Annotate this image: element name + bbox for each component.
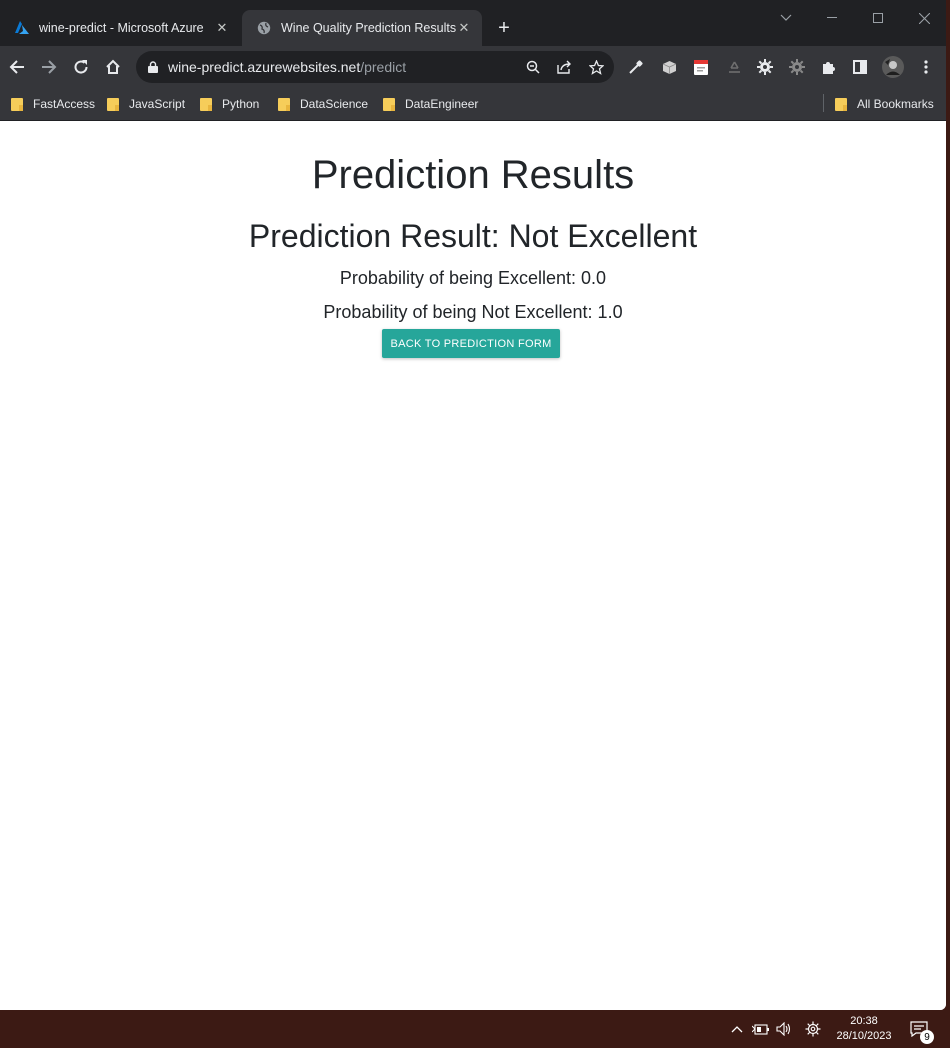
url-text: wine-predict.azurewebsites.net/predict: [168, 59, 406, 75]
profile-avatar[interactable]: [882, 56, 904, 78]
settings-gear-icon[interactable]: [803, 1020, 823, 1038]
bookmark-dataengineer[interactable]: DataEngineer: [383, 95, 478, 113]
zoom-icon[interactable]: [525, 59, 541, 75]
browser-toolbar: wine-predict.azurewebsites.net/predict: [0, 46, 946, 88]
url-host: wine-predict.azurewebsites.net: [168, 59, 361, 75]
back-to-form-button[interactable]: Back to Prediction Form: [382, 329, 560, 358]
bookmark-label: FastAccess: [33, 97, 96, 111]
bookmark-javascript[interactable]: JavaScript: [107, 95, 185, 113]
bookmark-label: DataEngineer: [405, 97, 479, 111]
minimize-icon[interactable]: [812, 6, 852, 30]
recycle-extension-icon[interactable]: [725, 58, 743, 76]
all-bookmarks-label: All Bookmarks: [857, 97, 934, 111]
folder-icon: [107, 97, 119, 111]
bookmark-fastaccess[interactable]: FastAccess: [11, 95, 95, 113]
tab-azure[interactable]: wine-predict - Microsoft Azure ✕: [0, 10, 240, 46]
reload-icon[interactable]: [69, 55, 93, 79]
clock-time: 20:38: [850, 1015, 878, 1027]
bookmark-label: JavaScript: [129, 97, 186, 111]
page-title: Prediction Results: [311, 153, 635, 197]
gear-extension-icon[interactable]: [756, 58, 774, 76]
window-close-icon[interactable]: [904, 6, 944, 30]
bookmark-star-icon[interactable]: [588, 59, 604, 75]
menu-kebab-icon[interactable]: [917, 58, 935, 76]
side-panel-icon[interactable]: [851, 58, 869, 76]
azure-logo-icon: [14, 20, 30, 36]
tab-strip: wine-predict - Microsoft Azure ✕ Wine Qu…: [0, 0, 946, 46]
tab-search-chevron-icon[interactable]: [766, 6, 806, 30]
browser-window: wine-predict - Microsoft Azure ✕ Wine Qu…: [0, 0, 946, 1010]
probability-excellent: Probability of being Excellent: 0.0: [339, 268, 607, 288]
home-icon[interactable]: [101, 55, 125, 79]
bookmark-datascience[interactable]: DataScience: [278, 95, 368, 113]
bookmarks-divider: [823, 94, 824, 112]
probability-not-excellent: Probability of being Not Excellent: 1.0: [323, 302, 623, 322]
address-bar[interactable]: wine-predict.azurewebsites.net/predict: [136, 51, 614, 83]
tab-wine-results[interactable]: Wine Quality Prediction Results ✕: [242, 10, 482, 46]
url-path: /predict: [360, 59, 407, 75]
folder-icon: [11, 97, 23, 111]
volume-icon[interactable]: [774, 1020, 794, 1038]
folder-icon: [278, 97, 290, 111]
globe-icon: [256, 20, 272, 36]
battery-icon[interactable]: [751, 1020, 771, 1038]
taskbar: 20:38 28/10/2023 9: [0, 1010, 950, 1048]
bookmark-label: Python: [222, 97, 260, 111]
cube-extension-icon[interactable]: [660, 58, 678, 76]
settings-extension-icon[interactable]: [788, 58, 806, 76]
lock-icon[interactable]: [148, 60, 160, 74]
prediction-result: Prediction Result: Not Excellent: [248, 218, 698, 254]
bookmark-label: DataScience: [300, 97, 369, 111]
bookmarks-bar: FastAccess JavaScript Python DataScience…: [0, 88, 946, 121]
new-tab-plus-icon[interactable]: +: [494, 16, 514, 40]
notification-count-badge: 9: [920, 1030, 934, 1044]
clock-date: 28/10/2023: [836, 1030, 892, 1042]
share-icon[interactable]: [556, 59, 572, 75]
folder-icon: [383, 97, 395, 111]
tab-title: wine-predict - Microsoft Azure: [39, 21, 204, 35]
all-bookmarks[interactable]: All Bookmarks: [835, 95, 934, 113]
tab-title: Wine Quality Prediction Results: [281, 21, 456, 35]
clock[interactable]: 20:38 28/10/2023: [828, 1014, 900, 1044]
calendar-extension-icon[interactable]: [692, 58, 710, 76]
maximize-icon[interactable]: [858, 6, 898, 30]
page-content: Prediction Results Prediction Result: No…: [0, 121, 946, 1010]
back-arrow-icon[interactable]: [5, 55, 29, 79]
show-hidden-icons-chevron-icon[interactable]: [729, 1020, 745, 1038]
forward-arrow-icon[interactable]: [37, 55, 61, 79]
extensions-puzzle-icon[interactable]: [820, 58, 838, 76]
bookmark-python[interactable]: Python: [200, 95, 259, 113]
eyedropper-extension-icon[interactable]: [627, 58, 645, 76]
folder-icon: [200, 97, 212, 111]
tab-close-icon[interactable]: ✕: [456, 20, 472, 36]
folder-icon: [835, 97, 847, 111]
tab-close-icon[interactable]: ✕: [214, 20, 230, 36]
